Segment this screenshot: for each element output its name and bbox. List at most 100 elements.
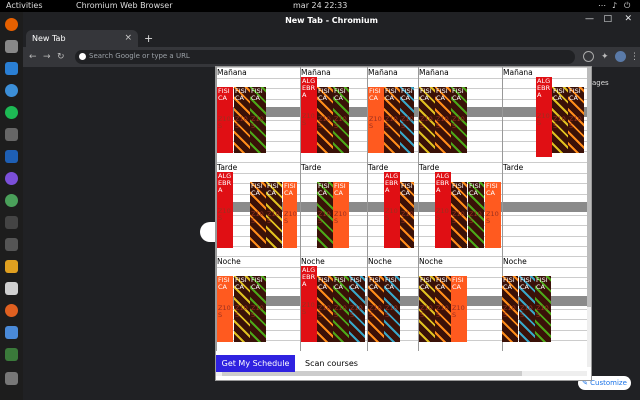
scan-courses-button[interactable]: Scan courses — [305, 359, 358, 368]
course-block[interactable]: FISI CA Z10 S — [400, 87, 414, 153]
course-section: Z10 S — [385, 207, 398, 222]
course-block[interactable]: FISI CA Z10 S — [400, 182, 414, 248]
course-block[interactable]: ALG EBR A Z10 S — [301, 77, 317, 153]
reload-icon[interactable]: ↻ — [57, 52, 65, 62]
course-block[interactable]: FISI CA Z10 S — [552, 87, 568, 153]
period-label: Tarde — [368, 163, 389, 172]
network-icon[interactable]: ⋯ — [598, 1, 606, 10]
course-block[interactable]: FISI CA Z10 S — [250, 182, 266, 248]
course-block[interactable]: FISI CA Z10 S — [502, 276, 518, 342]
course-block[interactable]: FISI CA Z10 S — [333, 87, 349, 153]
course-block[interactable]: FISI CA Z10 S — [451, 276, 467, 342]
course-block[interactable]: FISI CA Z10 S — [368, 276, 384, 342]
course-block[interactable]: FISI CA Z10 S — [333, 182, 349, 248]
course-block[interactable]: FISI CA Z10 S — [435, 87, 451, 153]
archive-icon[interactable] — [5, 260, 18, 273]
course-block[interactable]: FISI CA Z10 S — [451, 182, 467, 248]
editor-icon[interactable] — [5, 326, 18, 339]
course-block[interactable]: ALG EBR A Z10 S — [217, 172, 233, 248]
apps-grid-icon[interactable] — [5, 372, 18, 385]
course-block[interactable]: FISI CA Z10 S — [266, 182, 282, 248]
window-title: New Tab - Chromium — [285, 16, 378, 25]
vertical-scrollbar[interactable] — [587, 67, 591, 367]
search-box[interactable] — [200, 222, 215, 242]
app-icon[interactable] — [5, 172, 18, 185]
course-label: FISI CA — [318, 182, 330, 197]
get-my-schedule-button[interactable]: Get My Schedule — [216, 355, 295, 372]
vscode-icon[interactable] — [5, 150, 18, 163]
course-block[interactable]: FISI CA Z10 S — [317, 182, 333, 248]
course-block[interactable]: FISI CA Z10 S — [250, 276, 266, 342]
course-block[interactable]: FISI CA Z10 S — [419, 87, 435, 153]
extension-icon[interactable] — [583, 51, 594, 62]
new-tab-icon[interactable]: + — [144, 32, 153, 45]
course-block[interactable]: FISI CA Z10 S — [519, 276, 535, 342]
maximize-icon[interactable]: □ — [603, 14, 612, 24]
course-label: ALG EBR A — [436, 172, 450, 194]
course-label: FISI CA — [334, 87, 346, 102]
activities-button[interactable]: Activities — [6, 1, 43, 10]
course-block[interactable]: FISI CA Z10 S — [468, 182, 484, 248]
terminal-icon[interactable] — [5, 128, 18, 141]
course-label: FISI CA — [218, 87, 230, 102]
minimize-icon[interactable]: — — [585, 14, 594, 24]
power-icon[interactable]: ⏻ — [624, 1, 630, 11]
images-link[interactable]: ages — [592, 79, 609, 87]
course-block[interactable]: FISI CA Z10 S — [333, 276, 349, 342]
chromium-icon[interactable] — [5, 84, 18, 97]
course-label: FISI CA — [436, 276, 448, 291]
mail-icon[interactable] — [5, 62, 18, 75]
course-block[interactable]: FISI CA Z10 S — [217, 87, 233, 153]
course-block[interactable]: FISI CA Z10 S — [535, 276, 551, 342]
profile-icon[interactable] — [615, 51, 626, 62]
tools-icon[interactable] — [5, 238, 18, 251]
course-block[interactable]: FISI CA Z10 S — [234, 87, 250, 153]
course-block[interactable]: ALG EBR A Z10 S — [435, 172, 451, 248]
course-block[interactable]: FISI CA Z10 S — [419, 276, 435, 342]
course-block[interactable]: FISI CA Z10 S — [217, 276, 233, 342]
grid-line — [216, 266, 587, 268]
software-icon[interactable] — [5, 304, 18, 317]
document-icon[interactable] — [5, 282, 18, 295]
course-block[interactable]: FISI CA Z10 S — [317, 87, 333, 153]
course-label: FISI CA — [553, 87, 565, 102]
course-block[interactable]: ALG EBR A Z10 S — [536, 77, 552, 157]
course-block[interactable]: FISI CA Z10 S — [485, 182, 501, 248]
puzzle-icon[interactable]: ✦ — [601, 52, 609, 62]
volume-icon[interactable]: ♪ — [612, 1, 617, 10]
menu-icon[interactable]: ⋮ — [630, 52, 639, 62]
course-block[interactable]: FISI CA Z10 S — [568, 87, 584, 153]
course-section: Z10 S — [284, 210, 297, 225]
course-block[interactable]: FISI CA Z10 S — [250, 87, 266, 153]
clock[interactable]: mar 24 22:33 — [293, 1, 347, 10]
android-icon[interactable] — [5, 194, 18, 207]
app-menu[interactable]: Chromium Web Browser — [76, 1, 173, 10]
course-section: Z10 S — [401, 210, 414, 225]
close-icon[interactable]: ✕ — [624, 14, 632, 24]
course-block[interactable]: FISI CA Z10 S — [451, 87, 467, 153]
course-block[interactable]: FISI CA Z10 S — [349, 276, 365, 342]
course-block[interactable]: FISI CA Z10 S — [234, 276, 250, 342]
course-block[interactable]: FISI CA Z10 S — [384, 87, 400, 153]
forward-icon[interactable]: → — [43, 52, 51, 62]
course-block[interactable]: FISI CA Z10 S — [384, 276, 400, 342]
course-label: FISI CA — [420, 87, 432, 102]
course-block[interactable]: FISI CA Z10 S — [435, 276, 451, 342]
back-icon[interactable]: ← — [29, 52, 37, 62]
spotify-icon[interactable] — [5, 106, 18, 119]
tab-new-tab[interactable]: New Tab × — [26, 30, 138, 47]
course-block[interactable]: FISI CA Z10 S — [283, 182, 297, 248]
app-icon[interactable] — [5, 348, 18, 361]
course-block[interactable]: ALG EBR A Z10 S — [384, 172, 400, 248]
course-section: Z10 S — [452, 210, 465, 225]
files-icon[interactable] — [5, 40, 18, 53]
grid-line — [216, 77, 587, 79]
course-block[interactable]: FISI CA Z10 S — [368, 87, 384, 153]
course-block[interactable]: ALG EBR A Z10 S — [301, 266, 317, 342]
firefox-icon[interactable] — [5, 18, 18, 31]
app-icon[interactable] — [5, 216, 18, 229]
course-block[interactable]: FISI CA Z10 S — [317, 276, 333, 342]
tab-close-icon[interactable]: × — [124, 33, 132, 43]
course-section: Z10 S — [452, 304, 465, 319]
omnibox[interactable]: Search Google or type a URL — [75, 50, 575, 64]
